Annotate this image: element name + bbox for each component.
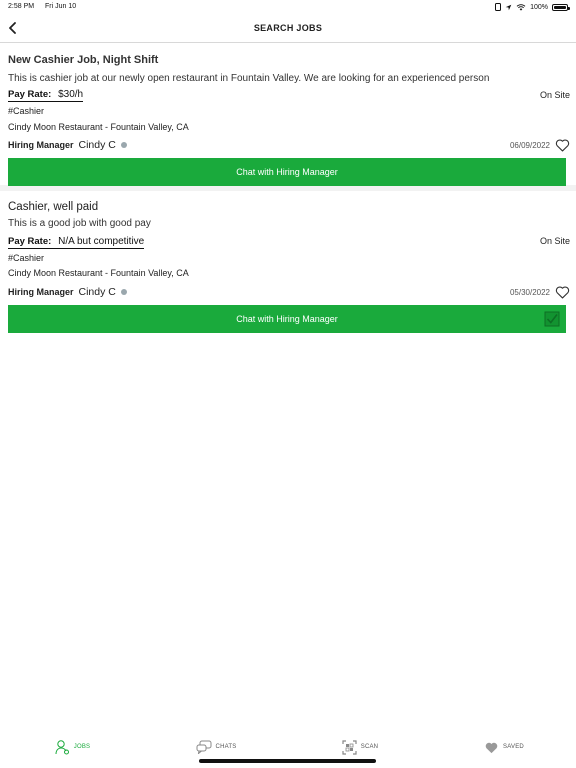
chat-hiring-manager-button[interactable]: Chat with Hiring Manager xyxy=(8,158,566,186)
jobs-icon xyxy=(55,740,69,755)
status-bar: 2:58 PM Fri Jun 10 100% xyxy=(0,0,576,14)
hiring-manager-label: Hiring Manager xyxy=(8,287,74,297)
save-job-button[interactable] xyxy=(555,138,570,152)
job-tag: #Cashier xyxy=(8,106,45,116)
job-title[interactable]: Cashier, well paid xyxy=(8,201,98,213)
status-date: Fri Jun 10 xyxy=(45,3,77,10)
tab-jobs[interactable]: JOBS xyxy=(0,732,144,762)
save-job-button[interactable] xyxy=(555,285,570,299)
location-type: On Site xyxy=(539,236,570,246)
battery-icon xyxy=(552,3,570,11)
nav-bar: SEARCH JOBS xyxy=(0,14,576,43)
chats-icon xyxy=(196,740,212,754)
scan-icon xyxy=(342,739,357,755)
hiring-manager-name: Cindy C xyxy=(78,139,116,151)
job-card: Cashier, well paid This is a good job wi… xyxy=(0,191,576,337)
post-date: 06/09/2022 xyxy=(509,141,550,150)
pay-rate-value: N/A but competitive xyxy=(58,236,145,247)
battery-percent: 100% xyxy=(530,3,548,11)
tab-bar: JOBS CHATS SCAN SAVED xyxy=(0,732,576,762)
battery-fill xyxy=(554,5,566,9)
ipad-icon xyxy=(495,3,502,11)
home-indicator xyxy=(199,759,376,763)
tab-label: SAVED xyxy=(503,744,524,750)
hiring-manager-label: Hiring Manager xyxy=(8,140,74,150)
chat-hiring-manager-button[interactable]: Chat with Hiring Manager xyxy=(8,305,566,333)
hiring-manager-row: Hiring Manager Cindy C xyxy=(8,139,127,151)
pay-rate-label: Pay Rate: xyxy=(8,236,52,247)
job-title[interactable]: New Cashier Job, Night Shift xyxy=(8,54,158,66)
chat-button-label: Chat with Hiring Manager xyxy=(236,314,338,324)
heart-icon xyxy=(485,742,498,753)
tab-label: JOBS xyxy=(73,744,91,750)
company-location: Cindy Moon Restaurant - Fountain Valley,… xyxy=(8,268,189,278)
chat-button-label: Chat with Hiring Manager xyxy=(236,167,338,177)
job-list: New Cashier Job, Night Shift This is cas… xyxy=(0,43,576,337)
job-description: This is a good job with good pay xyxy=(8,218,151,229)
tab-label: SCAN xyxy=(360,744,379,750)
pay-rate: Pay Rate: N/A but competitive xyxy=(8,236,145,249)
company-location: Cindy Moon Restaurant - Fountain Valley,… xyxy=(8,122,189,132)
hiring-manager-name: Cindy C xyxy=(78,286,116,298)
job-description: This is cashier job at our newly open re… xyxy=(8,73,490,84)
job-card: New Cashier Job, Night Shift This is cas… xyxy=(0,43,576,191)
hiring-manager-row: Hiring Manager Cindy C xyxy=(8,286,127,298)
wifi-icon xyxy=(516,3,526,11)
tab-chats[interactable]: CHATS xyxy=(144,732,288,762)
checkbox-checked-icon xyxy=(544,311,560,327)
online-status-dot xyxy=(120,142,127,148)
post-date: 05/30/2022 xyxy=(509,288,550,297)
heart-outline-icon xyxy=(555,139,570,152)
pay-rate-label: Pay Rate: xyxy=(8,89,52,100)
location-type: On Site xyxy=(539,90,570,100)
online-status-dot xyxy=(120,289,127,295)
location-icon xyxy=(505,4,512,10)
pay-rate-value: $30/h xyxy=(58,89,84,100)
heart-outline-icon xyxy=(555,286,570,299)
page-title: SEARCH JOBS xyxy=(253,23,323,33)
status-time: 2:58 PM xyxy=(8,3,35,10)
tab-label: CHATS xyxy=(215,744,237,750)
status-right: 100% xyxy=(495,3,570,11)
tab-scan[interactable]: SCAN xyxy=(288,732,432,762)
tab-saved[interactable]: SAVED xyxy=(432,732,576,762)
job-tag: #Cashier xyxy=(8,253,45,263)
pay-rate: Pay Rate: $30/h xyxy=(8,89,84,102)
status-left: 2:58 PM Fri Jun 10 xyxy=(8,3,85,10)
